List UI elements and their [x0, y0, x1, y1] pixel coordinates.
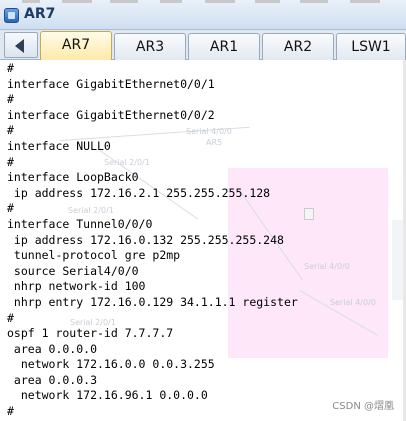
title-strip	[300, 0, 328, 3]
console-line: interface GigabitEthernet0/0/1	[7, 76, 215, 91]
console-line: interface NULL0	[7, 138, 111, 153]
console-line: #	[7, 61, 14, 75]
console-line: tunnel-protocol gre p2mp	[7, 248, 181, 263]
chevron-left-icon[interactable]	[4, 32, 38, 58]
title-bar: AR7	[0, 0, 406, 30]
topology-node	[304, 208, 314, 220]
tab-ar1[interactable]: AR1	[188, 33, 260, 60]
console-line: #	[7, 201, 14, 216]
tab-ar3[interactable]: AR3	[114, 33, 186, 60]
tab-bar: AR7 AR3 AR1 AR2 LSW1	[0, 30, 406, 61]
console-line: source Serial4/0/0	[7, 263, 139, 278]
title-strip	[110, 0, 138, 3]
console-line: area 0.0.0.3	[7, 372, 98, 387]
console-line: nhrp network-id 100	[7, 279, 146, 294]
console-line: interface LoopBack0	[7, 170, 139, 185]
console-line: #	[7, 404, 14, 419]
tab-ar2[interactable]: AR2	[262, 33, 334, 60]
console-line: ospf 1 router-id 7.7.7.7	[7, 326, 174, 341]
topology-label: Serial 4/0/0	[304, 262, 350, 271]
tab-lsw1[interactable]: LSW1	[336, 33, 406, 60]
console-line: #	[7, 154, 14, 169]
topology-label: Serial 4/0/0	[330, 298, 376, 307]
console-line: ip address 172.16.2.1 255.255.255.128	[7, 185, 271, 200]
title-strip	[160, 0, 182, 3]
title-strip	[22, 0, 40, 3]
console-line: interface GigabitEthernet0/0/2	[7, 107, 215, 122]
console-line: network 172.16.96.1 0.0.0.0	[7, 388, 208, 403]
title-strip	[62, 0, 92, 3]
console-line: interface Tunnel0/0/0	[7, 216, 153, 231]
console-line: network 172.16.0.0 0.0.3.255	[7, 357, 215, 372]
console-line: nhrp entry 172.16.0.129 34.1.1.1 registe…	[7, 294, 298, 309]
console-output[interactable]: Serial 4/0/0 AR5 Serial 2/0/1 Serial 2/0…	[0, 60, 406, 421]
title-strip	[350, 0, 380, 3]
tab-ar7[interactable]: AR7	[40, 31, 112, 61]
watermark-text: CSDN @熠凰	[332, 401, 394, 412]
console-line: ip address 172.16.0.132 255.255.255.248	[7, 232, 284, 247]
window-title: AR7	[24, 6, 56, 22]
console-line: #	[7, 310, 14, 325]
app-icon	[4, 8, 19, 23]
console-text: # interface GigabitEthernet0/0/1 # interfac…	[7, 61, 298, 420]
title-strip	[255, 0, 280, 3]
console-line: #	[7, 92, 14, 107]
console-line: #	[7, 123, 14, 138]
console-line: area 0.0.0.0	[7, 341, 98, 356]
title-strip	[205, 0, 235, 3]
